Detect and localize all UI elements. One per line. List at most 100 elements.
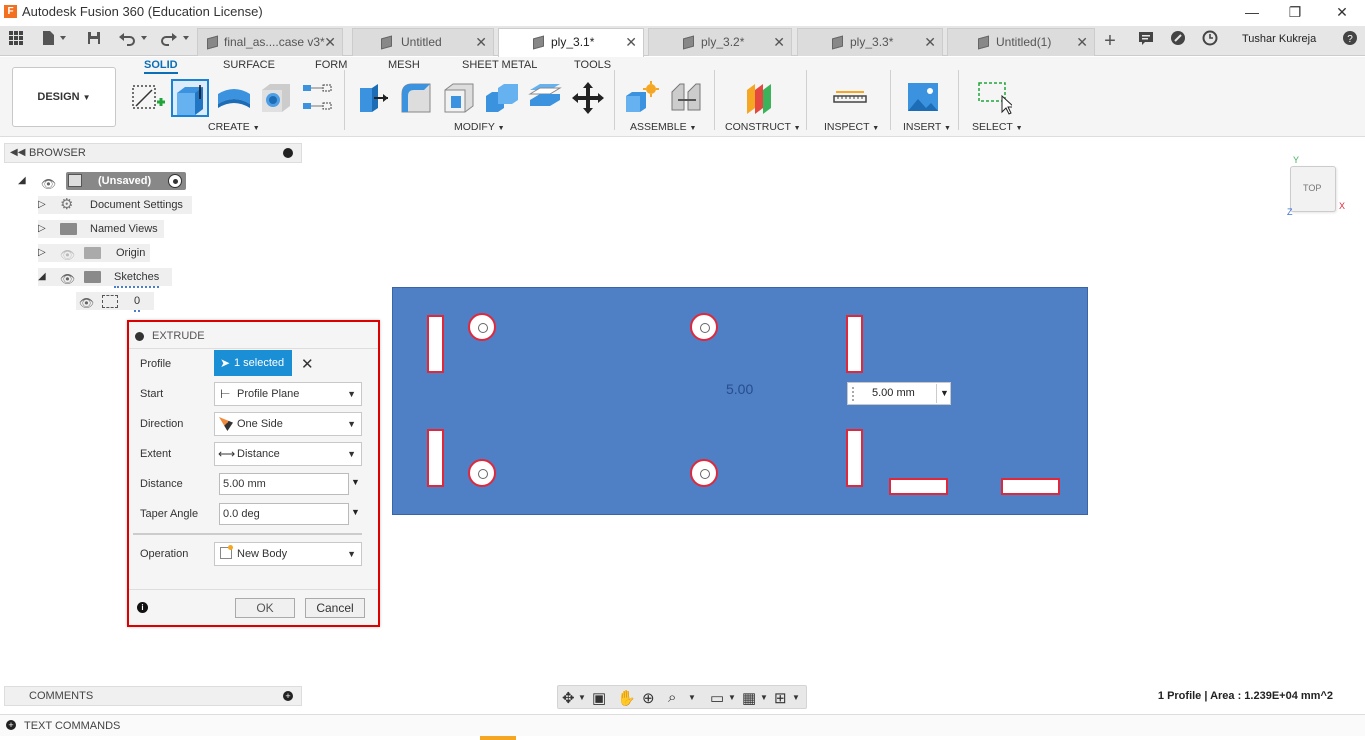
tab-untitled[interactable]: Untitled ✕	[352, 28, 494, 56]
caret-down-icon[interactable]: ▼	[760, 693, 768, 702]
clock-icon[interactable]	[1200, 30, 1220, 52]
visibility-eye-icon[interactable]: 👁	[79, 294, 94, 312]
look-at-icon[interactable]: ▣	[592, 689, 606, 707]
add-comment-icon[interactable]: +	[283, 691, 293, 701]
expand-triangle-icon[interactable]: ▷	[38, 200, 48, 210]
extent-dropdown[interactable]: ⟷ Distance ▼	[214, 442, 362, 466]
revolve-icon[interactable]	[216, 80, 252, 116]
offset-plane-icon[interactable]	[743, 80, 779, 116]
collapse-triangle-icon[interactable]: ◢	[18, 176, 28, 186]
visibility-eye-icon[interactable]: 👁	[41, 175, 56, 193]
select-group-menu[interactable]: SELECT ▼	[972, 121, 1023, 133]
display-settings-icon[interactable]: ▭	[710, 689, 724, 707]
slot-cutout[interactable]	[427, 315, 444, 373]
tab-close-icon[interactable]: ✕	[924, 29, 936, 55]
close-window-button[interactable]: ✕	[1328, 2, 1356, 22]
direction-dropdown[interactable]: One Side ▼	[214, 412, 362, 436]
fit-zoom-icon[interactable]: ⌕	[668, 689, 676, 706]
tab-sheet-metal[interactable]: SHEET METAL	[462, 59, 537, 71]
tab-close-icon[interactable]: ✕	[625, 29, 637, 55]
viewcube[interactable]: TOP	[1290, 166, 1336, 212]
tab-tools[interactable]: TOOLS	[574, 59, 611, 71]
tab-solid[interactable]: SOLID	[144, 59, 178, 74]
collapse-panel-icon[interactable]: ◀◀	[10, 147, 25, 158]
grid-settings-icon[interactable]: ▦	[742, 689, 756, 707]
tab-surface[interactable]: SURFACE	[223, 59, 275, 71]
visibility-eye-icon[interactable]: 👁	[60, 270, 75, 288]
help-icon[interactable]: ?	[1340, 30, 1360, 52]
clear-selection-icon[interactable]: ✕	[301, 355, 314, 373]
caret-down-icon[interactable]: ▼	[940, 388, 949, 398]
select-window-icon[interactable]	[976, 80, 1016, 116]
text-commands-bar[interactable]: + TEXT COMMANDS	[0, 714, 1365, 736]
combine-icon[interactable]	[484, 80, 520, 116]
slot-cutout[interactable]	[846, 429, 863, 487]
browser-root-row[interactable]: ◢ 👁 (Unsaved)	[18, 172, 190, 193]
inspect-group-menu[interactable]: INSPECT ▼	[824, 121, 879, 133]
hole-cutout[interactable]	[468, 459, 496, 487]
caret-down-icon[interactable]: ▼	[688, 693, 696, 702]
caret-down-icon[interactable]: ▼	[728, 693, 736, 702]
redo-icon[interactable]	[158, 30, 192, 52]
taper-angle-input[interactable]: 0.0 deg	[219, 503, 349, 525]
user-account[interactable]: Tushar Kukreja	[1242, 33, 1316, 45]
extrude-preview-body[interactable]: 5.00	[392, 287, 1088, 515]
tab-close-icon[interactable]: ✕	[1076, 29, 1088, 55]
tab-close-icon[interactable]: ✕	[475, 29, 487, 55]
taper-caret-icon[interactable]: ▼	[351, 507, 360, 517]
tab-ply-3-3[interactable]: ply_3.3* ✕	[797, 28, 943, 56]
tab-form[interactable]: FORM	[315, 59, 347, 71]
new-tab-plus-icon[interactable]: +	[1099, 30, 1121, 52]
hole-cutout[interactable]	[468, 313, 496, 341]
file-menu-icon[interactable]	[38, 30, 70, 52]
viewports-icon[interactable]: ⊞	[774, 689, 787, 707]
slot-cutout[interactable]	[889, 478, 948, 495]
insert-group-menu[interactable]: INSERT ▼	[903, 121, 951, 133]
expand-triangle-icon[interactable]: ▷	[38, 224, 48, 234]
distance-caret-icon[interactable]: ▼	[351, 477, 360, 487]
hidden-eye-icon[interactable]: 👁	[60, 246, 75, 264]
construct-group-menu[interactable]: CONSTRUCT ▼	[725, 121, 801, 133]
tab-close-icon[interactable]: ✕	[324, 29, 336, 55]
slot-cutout[interactable]	[427, 429, 444, 487]
create-sketch-icon[interactable]	[130, 80, 166, 116]
shell-icon[interactable]	[441, 80, 477, 116]
extrude-icon[interactable]	[171, 79, 209, 117]
joint-icon[interactable]	[668, 80, 704, 116]
pan-hand-icon[interactable]: ✋	[617, 689, 636, 707]
tree-item-sketch-0[interactable]: 👁 0	[76, 292, 154, 312]
comments-panel-header[interactable]: COMMENTS +	[4, 686, 302, 706]
hole-cutout[interactable]	[690, 313, 718, 341]
expand-text-commands-icon[interactable]: +	[6, 720, 16, 730]
create-group-menu[interactable]: CREATE ▼	[208, 121, 260, 133]
distance-manipulator-input[interactable]: 5.00 mm ▼	[847, 382, 951, 405]
start-dropdown[interactable]: ⊢ Profile Plane ▼	[214, 382, 362, 406]
panel-options-icon[interactable]	[283, 148, 293, 158]
minimize-button[interactable]: —	[1238, 2, 1266, 22]
distance-input[interactable]: 5.00 mm	[219, 473, 349, 495]
restore-button[interactable]: ❐	[1281, 2, 1309, 22]
tab-final-assembly[interactable]: final_as....case v3* ✕	[197, 28, 343, 56]
browser-panel-header[interactable]: ◀◀ BROWSER	[4, 143, 302, 163]
zoom-icon[interactable]: ⊕	[642, 689, 655, 707]
measure-icon[interactable]	[832, 80, 868, 116]
hole-cutout[interactable]	[690, 459, 718, 487]
tab-mesh[interactable]: MESH	[388, 59, 420, 71]
collapse-dialog-icon[interactable]	[135, 332, 144, 341]
hole-icon[interactable]	[258, 80, 294, 116]
data-panel-grid-icon[interactable]	[6, 30, 26, 52]
workspace-switcher[interactable]: DESIGN ▼	[12, 67, 116, 127]
press-pull-icon[interactable]	[356, 80, 392, 116]
info-icon[interactable]: i	[137, 602, 148, 613]
caret-down-icon[interactable]: ▼	[792, 693, 800, 702]
tree-item-origin[interactable]: ▷ 👁 Origin	[38, 244, 150, 262]
ok-button[interactable]: OK	[235, 598, 295, 618]
insert-image-icon[interactable]	[905, 80, 941, 116]
tab-close-icon[interactable]: ✕	[773, 29, 785, 55]
tree-item-named-views[interactable]: ▷ Named Views	[38, 220, 164, 238]
move-copy-icon[interactable]	[570, 80, 606, 116]
profile-selection-button[interactable]: ➤ 1 selected	[214, 350, 292, 376]
tree-item-document-settings[interactable]: ▷ ⚙ Document Settings	[38, 196, 192, 214]
save-icon[interactable]	[84, 30, 104, 52]
fillet-icon[interactable]	[398, 80, 434, 116]
